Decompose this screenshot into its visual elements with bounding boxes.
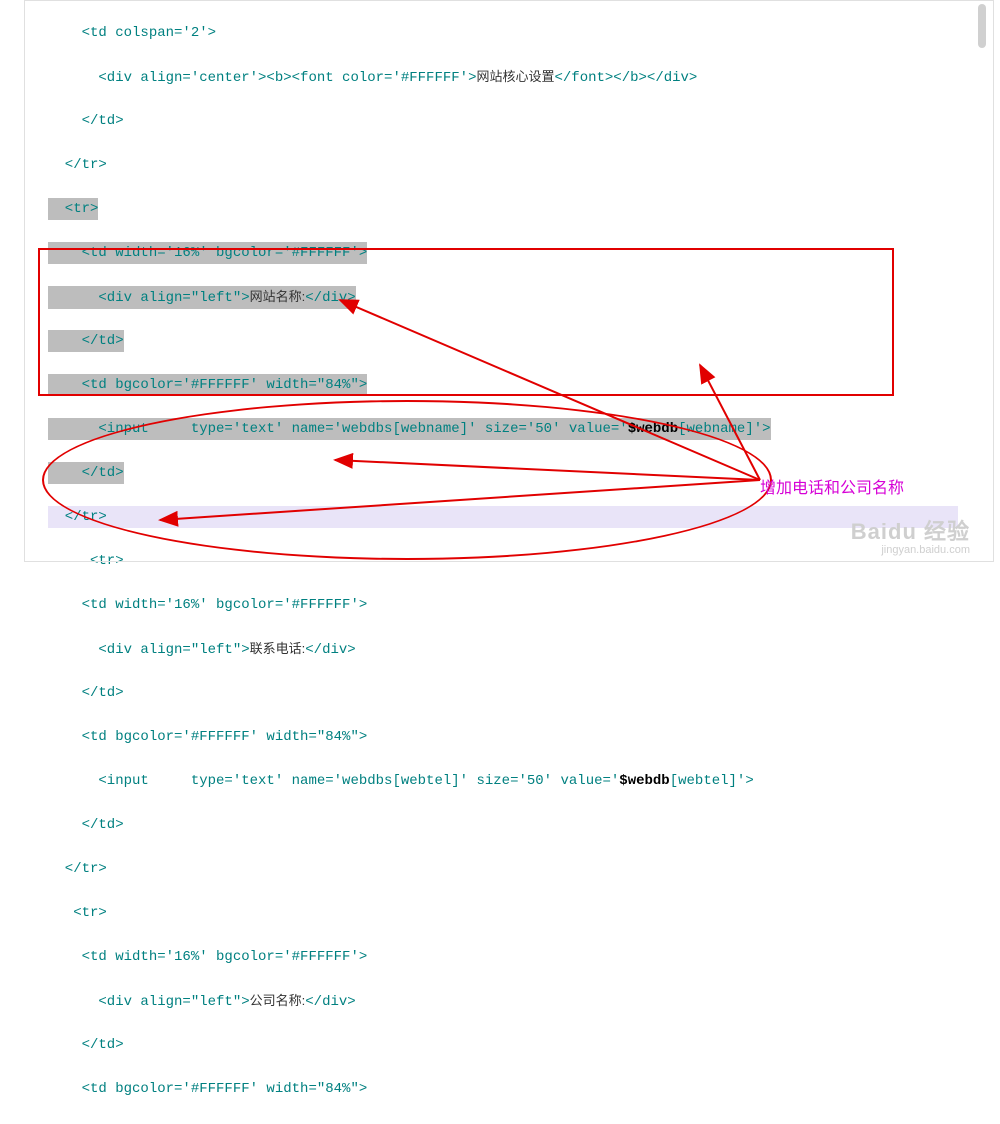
code-line: <td width='16%' bgcolor='#FFFFFF'> <box>48 946 972 968</box>
scrollbar-thumb[interactable] <box>978 4 986 48</box>
code-line: <input type='text' name='webdbs[webcompa… <box>48 1122 972 1124</box>
watermark-brand: Baidu 经验 <box>851 519 970 544</box>
code-line: </tr> <box>48 858 972 880</box>
annotation-text: 增加电话和公司名称 <box>760 474 904 498</box>
code-line: <tr> <box>48 902 972 924</box>
code-line: </td> <box>48 814 972 836</box>
code-line: </td> <box>48 682 972 704</box>
code-line: <div align="left">联系电话:</div> <box>48 638 972 660</box>
code-line: <td bgcolor='#FFFFFF' width="84%"> <box>48 726 972 748</box>
code-line: <td bgcolor='#FFFFFF' width="84%"> <box>48 1078 972 1100</box>
code-line: <td width='16%' bgcolor='#FFFFFF'> <box>48 594 972 616</box>
code-line: <input type='text' name='webdbs[webtel]'… <box>48 770 972 792</box>
watermark: Baidu 经验 jingyan.baidu.com <box>851 514 970 556</box>
code-line: </td> <box>48 1034 972 1056</box>
code-line: <div align="left">公司名称:</div> <box>48 990 972 1012</box>
watermark-url: jingyan.baidu.com <box>851 544 970 556</box>
